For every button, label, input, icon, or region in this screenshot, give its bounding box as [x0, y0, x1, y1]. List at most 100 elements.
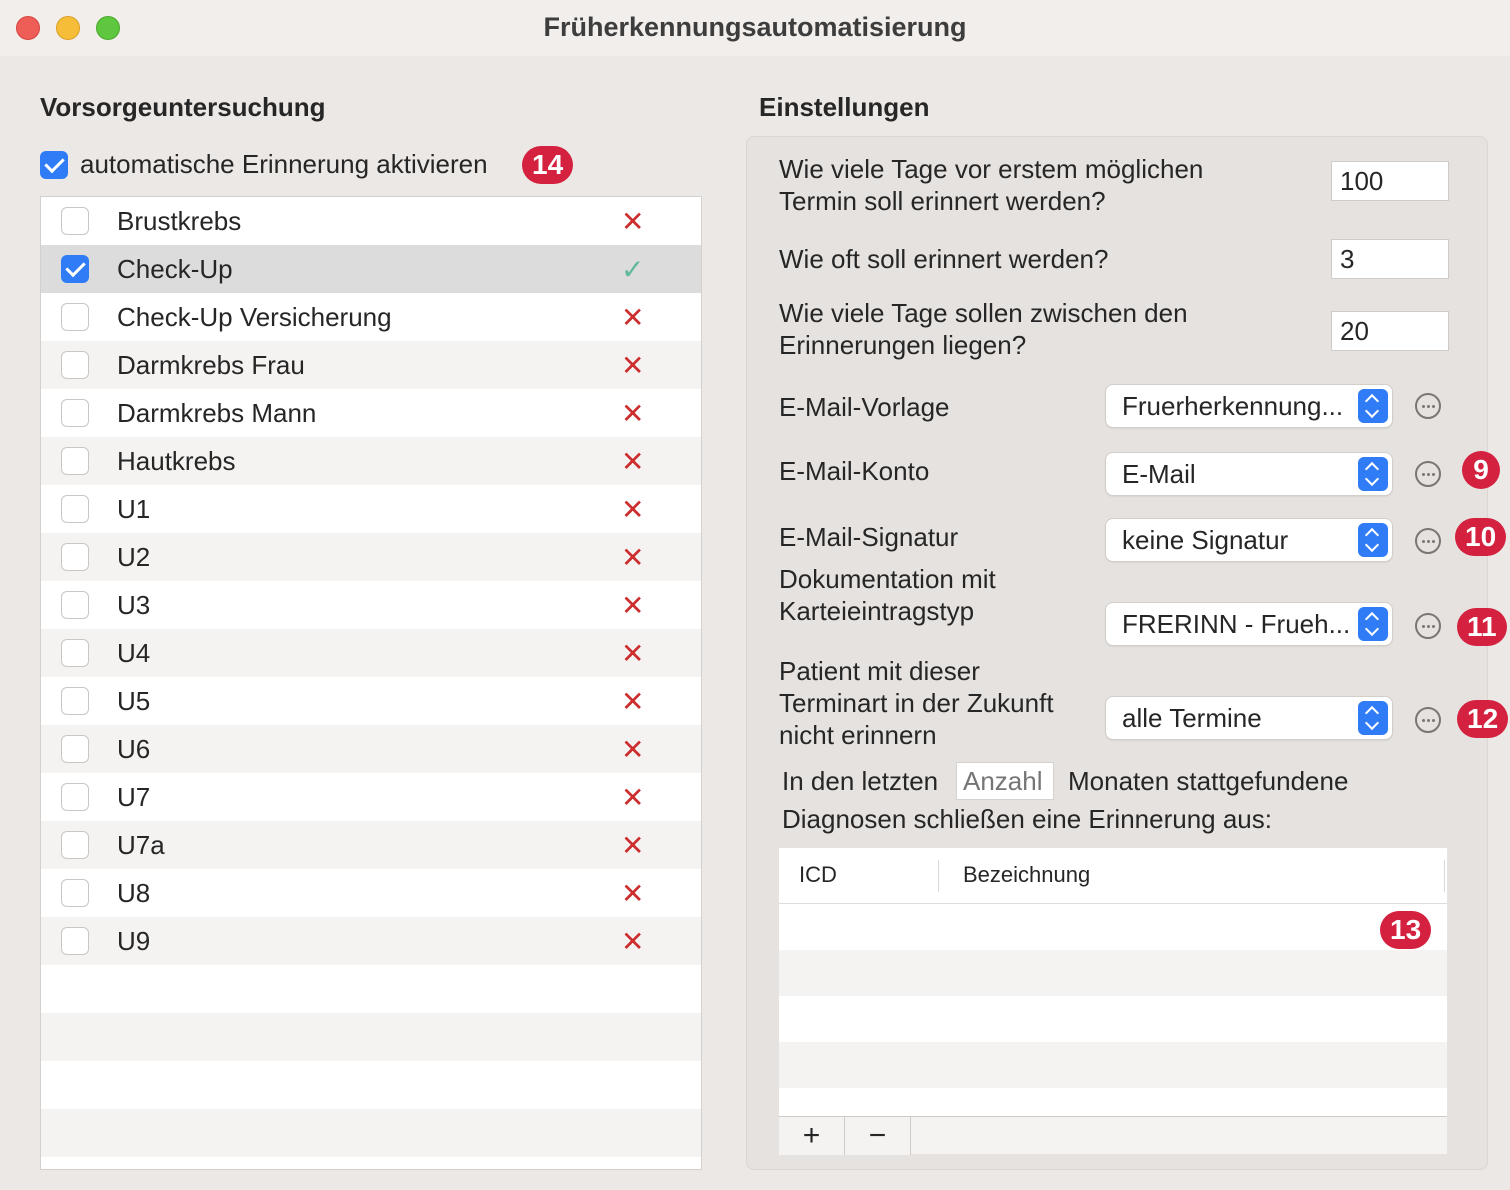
column-header-bezeichnung[interactable]: Bezeichnung — [963, 862, 1090, 888]
add-diagnosis-button[interactable]: + — [779, 1117, 845, 1155]
exam-label: U1 — [117, 493, 151, 524]
title-bar: Früherkennungsautomatisierung — [0, 0, 1510, 56]
exam-label: U6 — [117, 733, 151, 764]
cross-icon: ✕ — [621, 301, 645, 333]
annotation-badge-11: 11 — [1457, 608, 1507, 646]
how-often-field[interactable]: 3 — [1331, 239, 1449, 279]
checkmark-icon: ✓ — [621, 253, 645, 285]
table-row — [779, 1042, 1447, 1088]
appointment-type-label: Patient mit dieser Terminart in der Zuku… — [779, 655, 1054, 751]
list-item[interactable]: U1 ✕ — [41, 485, 701, 533]
appointment-type-popup[interactable]: alle Termine — [1106, 697, 1392, 739]
exam-checkbox[interactable] — [61, 879, 89, 907]
more-options-icon[interactable] — [1415, 461, 1441, 487]
more-options-icon[interactable] — [1415, 528, 1441, 554]
exam-checkbox[interactable] — [61, 495, 89, 523]
days-between-label-line1: Wie viele Tage sollen zwischen den — [779, 298, 1188, 328]
auto-reminder-row[interactable]: automatische Erinnerung aktivieren — [40, 149, 488, 180]
list-item[interactable]: Hautkrebs ✕ — [41, 437, 701, 485]
list-item[interactable]: Check-Up Versicherung ✕ — [41, 293, 701, 341]
more-options-icon[interactable] — [1415, 393, 1441, 419]
months-count-field[interactable] — [956, 762, 1054, 800]
diagnoses-line2: Diagnosen schließen eine Erinnerung aus: — [782, 804, 1272, 834]
auto-reminder-checkbox[interactable] — [40, 150, 68, 179]
list-item[interactable]: U9 ✕ — [41, 917, 701, 965]
popup-arrows-icon — [1358, 523, 1388, 557]
column-divider — [1444, 860, 1445, 892]
exam-label: U7 — [117, 781, 151, 812]
email-account-popup[interactable]: E-Mail — [1106, 453, 1392, 495]
exam-label: U8 — [117, 877, 151, 908]
exam-label: U5 — [117, 685, 151, 716]
list-item[interactable]: U7 ✕ — [41, 773, 701, 821]
how-often-label: Wie oft soll erinnert werden? — [779, 244, 1109, 274]
exam-label: Darmkrebs Mann — [117, 397, 317, 428]
table-footer: + − — [779, 1116, 1447, 1155]
diagnoses-suffix: Monaten stattgefundene — [1068, 766, 1349, 796]
email-template-popup[interactable]: Fruerherkennung... — [1106, 385, 1392, 427]
cross-icon: ✕ — [621, 829, 645, 861]
days-between-label: Wie viele Tage sollen zwischen den Erinn… — [779, 297, 1188, 361]
days-before-field[interactable]: 100 — [1331, 161, 1449, 201]
exam-checkbox[interactable] — [61, 831, 89, 859]
cross-icon: ✕ — [621, 685, 645, 717]
days-between-field[interactable]: 20 — [1331, 311, 1449, 351]
popup-arrows-icon — [1358, 389, 1388, 423]
remove-diagnosis-button[interactable]: − — [845, 1117, 911, 1155]
column-divider — [938, 860, 939, 892]
list-item[interactable]: Check-Up ✓ — [41, 245, 701, 293]
list-item[interactable]: Darmkrebs Mann ✕ — [41, 389, 701, 437]
empty-list-row — [41, 1061, 701, 1109]
exam-label: U3 — [117, 589, 151, 620]
exam-checkbox[interactable] — [61, 735, 89, 763]
empty-list-row — [41, 1013, 701, 1061]
exam-label: Check-Up — [117, 253, 233, 284]
empty-list-row — [41, 1157, 701, 1169]
list-item[interactable]: Darmkrebs Frau ✕ — [41, 341, 701, 389]
exam-checkbox[interactable] — [61, 591, 89, 619]
list-item[interactable]: U5 ✕ — [41, 677, 701, 725]
list-item[interactable]: U2 ✕ — [41, 533, 701, 581]
diagnoses-prefix: In den letzten — [782, 766, 939, 796]
cross-icon: ✕ — [621, 925, 645, 957]
column-header-icd[interactable]: ICD — [799, 862, 837, 888]
exam-label: Brustkrebs — [117, 205, 242, 236]
appointment-type-label-line2: Terminart in der Zukunft — [779, 688, 1054, 718]
exam-label: Darmkrebs Frau — [117, 349, 305, 380]
list-item[interactable]: U8 ✕ — [41, 869, 701, 917]
exam-checkbox[interactable] — [61, 207, 89, 235]
section-heading-einstellungen: Einstellungen — [759, 92, 930, 122]
exam-checkbox[interactable] — [61, 303, 89, 331]
list-item[interactable]: U4 ✕ — [41, 629, 701, 677]
cross-icon: ✕ — [621, 877, 645, 909]
annotation-badge-10: 10 — [1455, 518, 1507, 556]
window-title: Früherkennungsautomatisierung — [543, 12, 967, 42]
exam-label: U4 — [117, 637, 151, 668]
more-options-icon[interactable] — [1415, 613, 1441, 639]
documentation-popup[interactable]: FRERINN - Frueh... — [1106, 603, 1392, 645]
cross-icon: ✕ — [621, 349, 645, 381]
exam-checkbox[interactable] — [61, 543, 89, 571]
exam-label: Check-Up Versicherung — [117, 301, 392, 332]
email-account-label: E-Mail-Konto — [779, 456, 930, 486]
exam-checkbox[interactable] — [61, 783, 89, 811]
exam-checkbox[interactable] — [61, 447, 89, 475]
exam-checkbox[interactable] — [61, 255, 89, 283]
exam-checkbox[interactable] — [61, 687, 89, 715]
cross-icon: ✕ — [621, 541, 645, 573]
exam-checkbox[interactable] — [61, 399, 89, 427]
more-options-icon[interactable] — [1415, 707, 1441, 733]
table-row — [779, 996, 1447, 1042]
appointment-type-label-line3: nicht erinnern — [779, 720, 937, 750]
days-before-label: Wie viele Tage vor erstem möglichen Term… — [779, 153, 1203, 217]
exam-checkbox[interactable] — [61, 639, 89, 667]
exam-checkbox[interactable] — [61, 927, 89, 955]
list-item[interactable]: U3 ✕ — [41, 581, 701, 629]
email-signature-popup[interactable]: keine Signatur — [1106, 519, 1392, 561]
list-item[interactable]: U7a ✕ — [41, 821, 701, 869]
list-item[interactable]: U6 ✕ — [41, 725, 701, 773]
list-item[interactable]: Brustkrebs ✕ — [41, 197, 701, 245]
exam-checkbox[interactable] — [61, 351, 89, 379]
exam-label: U9 — [117, 925, 151, 956]
appointment-type-value: alle Termine — [1122, 703, 1262, 733]
